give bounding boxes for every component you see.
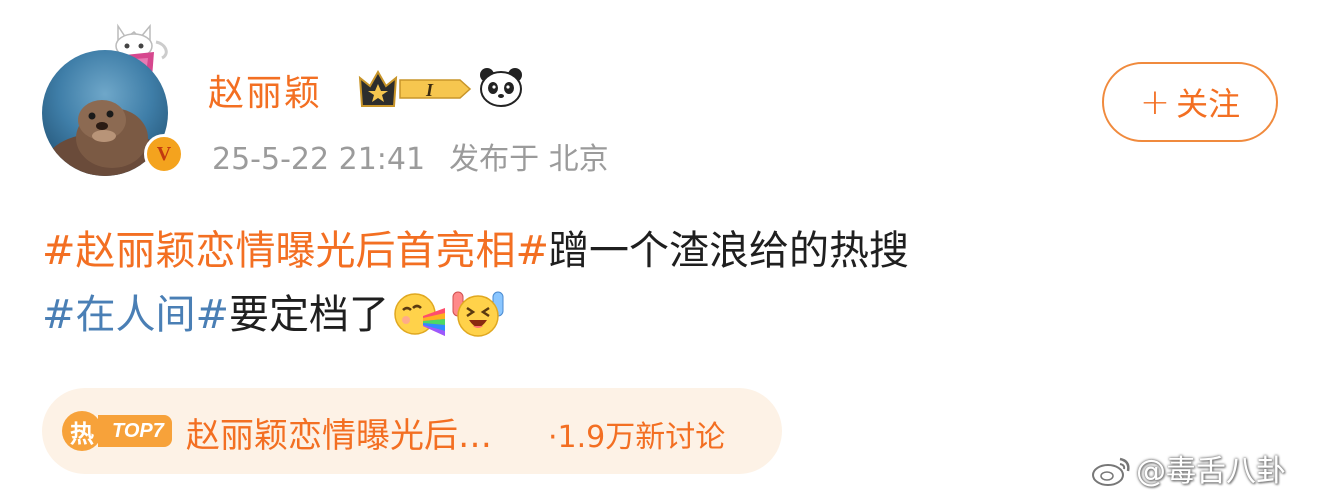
weibo-logo-icon (1092, 457, 1130, 486)
post-content-line-2: #在人间#要定档了 (42, 282, 505, 340)
author-avatar-group[interactable]: V (38, 22, 184, 182)
excited-face-emoji-icon (452, 291, 504, 337)
follow-label: 关注 (1176, 85, 1241, 123)
rank-badge: TOP7 (98, 415, 172, 447)
trend-discussion-count: ·1.9万新讨论 (548, 420, 726, 455)
hashtag-link[interactable]: #赵丽颖恋情曝光后首亮相# (42, 228, 549, 274)
panda-icon (480, 68, 522, 107)
vip-crown-badge-icon: I (358, 69, 472, 107)
watermark-text: @毒舌八卦 (1136, 454, 1286, 489)
hashtag-link[interactable]: #在人间# (42, 292, 229, 338)
trend-title: 赵丽颖恋情曝光后… (186, 416, 492, 456)
post-content-line-1: #赵丽颖恋情曝光后首亮相#蹭一个渣浪给的热搜 (42, 218, 909, 276)
post-location: 发布于 北京 (449, 142, 609, 177)
hot-flame-icon: 热 (62, 411, 102, 451)
follow-button[interactable]: + 关注 (1102, 62, 1278, 142)
post-timestamp: 25-5-22 21:41 (212, 142, 426, 177)
hot-search-card[interactable]: 热 TOP7 赵丽颖恋情曝光后… ·1.9万新讨论 (42, 388, 782, 474)
post-text: 蹭一个渣浪给的热搜 (549, 228, 910, 274)
post-meta: 25-5-22 21:41 发布于 北京 (212, 134, 609, 178)
verified-badge: V (144, 134, 184, 174)
author-name[interactable]: 赵丽颖 (208, 64, 322, 116)
plus-icon: + (1139, 81, 1171, 123)
watermark: @毒舌八卦 (1090, 446, 1286, 490)
post-text: 要定档了 (229, 292, 390, 338)
vip-level-label: I (425, 80, 434, 100)
rainbow-vomit-emoji-icon (394, 293, 446, 336)
